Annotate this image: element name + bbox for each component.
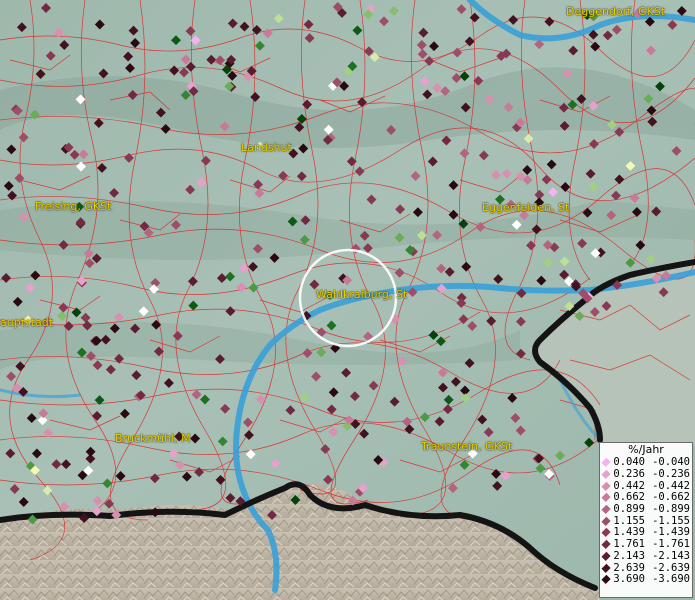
legend-entry-pos: 0.662 (600, 492, 645, 503)
legend-row: 1.761 -1.761 (600, 539, 692, 551)
legend-entry-neg: -0.662 (645, 492, 690, 503)
legend-rows: 0.040 -0.040 0.236 -0.236 0.442 -0.442 0.662 -0… (600, 457, 692, 586)
legend-value: 0.899 (613, 503, 645, 516)
legend-value: 2.639 (613, 561, 645, 574)
legend-value: -0.442 (652, 479, 690, 492)
legend-entry-pos: 3.690 (600, 574, 645, 585)
legend-entry-pos: 1.439 (600, 527, 645, 538)
legend-title: %/Jahr (628, 443, 664, 456)
legend-value: -1.155 (652, 514, 690, 527)
legend-swatch (645, 507, 651, 513)
legend-swatch (601, 551, 611, 562)
legend-swatch (601, 458, 611, 468)
legend-swatch (601, 574, 611, 585)
legend-value: -3.690 (652, 573, 690, 586)
legend-value: -1.439 (652, 526, 690, 539)
legend-value: 3.690 (613, 573, 645, 586)
legend-value: -0.236 (652, 468, 690, 481)
place-label-bruckmuehl[interactable]: Bruckmühl, M (115, 432, 191, 445)
legend-swatch (601, 563, 611, 573)
legend-swatch (645, 530, 651, 536)
place-label-waldkraiburg[interactable]: Waldkraiburg, St (316, 288, 407, 301)
legend-value: 0.662 (613, 491, 645, 504)
place-label-eggenfelden[interactable]: Eggenfelden, St (482, 201, 569, 214)
legend-swatch (645, 577, 651, 583)
legend-entry-neg: -1.155 (645, 514, 690, 527)
legend-value: 2.143 (613, 549, 645, 562)
legend-swatch (601, 528, 611, 538)
legend-swatch (645, 565, 651, 571)
legend-value: 1.761 (613, 538, 645, 551)
legend-swatch (645, 518, 651, 524)
legend-swatch (601, 539, 611, 550)
place-label-hauptstadt[interactable]: auptstadt (0, 316, 53, 329)
legend-entry-neg: -0.442 (645, 479, 690, 492)
legend-entry-pos: 0.442 (600, 479, 645, 492)
legend-row: 2.143 -2.143 (600, 549, 692, 563)
legend-swatch (645, 542, 651, 548)
place-label-deggendorf[interactable]: Deggendorf, GKSt (566, 5, 665, 18)
legend-swatch (645, 553, 651, 559)
legend-row: 0.899 -0.899 (600, 504, 692, 516)
legend-value: 0.442 (613, 479, 645, 492)
legend-entry-pos: 1.155 (600, 514, 645, 527)
legend-entry-neg: -0.899 (645, 504, 690, 515)
legend-row: 0.662 -0.662 (600, 492, 692, 504)
legend-entry-neg: -2.143 (645, 549, 690, 562)
legend-swatch (645, 495, 651, 501)
legend-value: 1.439 (613, 526, 645, 539)
legend-swatch (601, 481, 611, 491)
legend-swatch (601, 469, 611, 480)
legend-entry-neg: -2.639 (645, 561, 690, 574)
legend-value: -0.899 (652, 503, 690, 516)
legend-swatch (645, 483, 651, 489)
legend-entry-pos: 1.761 (600, 539, 645, 550)
legend-panel: %/Jahr 0.040 -0.040 0.236 -0.236 0.442 -0.442… (599, 442, 693, 598)
legend-value: -2.143 (652, 549, 690, 562)
legend-entry-pos: 2.143 (600, 549, 645, 562)
legend-swatch (601, 504, 611, 515)
place-label-landshut[interactable]: Landshut (241, 141, 292, 154)
legend-entry-neg: -0.040 (645, 457, 690, 468)
legend-value: -2.639 (652, 561, 690, 574)
place-label-traunstein[interactable]: Traunstein, GKSt (421, 440, 512, 453)
legend-value: 0.040 (613, 456, 645, 469)
legend-row: 2.639 -2.639 (600, 562, 692, 574)
legend-row: 0.442 -0.442 (600, 480, 692, 492)
legend-entry-pos: 2.639 (600, 561, 645, 574)
legend-value: 0.236 (613, 468, 645, 481)
legend-row: 1.155 -1.155 (600, 515, 692, 527)
legend-swatch (645, 472, 651, 478)
legend-entry-pos: 0.236 (600, 469, 645, 480)
legend-row: 0.040 -0.040 (600, 457, 692, 469)
legend-entry-neg: -1.439 (645, 527, 690, 538)
legend-row: 1.439 -1.439 (600, 527, 692, 539)
legend-entry-neg: -0.236 (645, 469, 690, 480)
legend-entry-pos: 0.040 (600, 457, 645, 468)
legend-entry-neg: -1.761 (645, 539, 690, 550)
place-label-freising[interactable]: Freising, GKSt (35, 200, 111, 213)
legend-swatch (645, 460, 651, 466)
legend-row: 0.236 -0.236 (600, 469, 692, 481)
legend-value: -0.040 (652, 456, 690, 469)
legend-value: -0.662 (652, 491, 690, 504)
legend-value: 1.155 (613, 514, 645, 527)
legend-entry-neg: -3.690 (645, 574, 690, 585)
legend-entry-pos: 0.899 (600, 504, 645, 515)
legend-swatch (601, 516, 611, 527)
legend-value: -1.761 (652, 538, 690, 551)
legend-swatch (601, 493, 611, 503)
legend-row: 3.690 -3.690 (600, 574, 692, 586)
